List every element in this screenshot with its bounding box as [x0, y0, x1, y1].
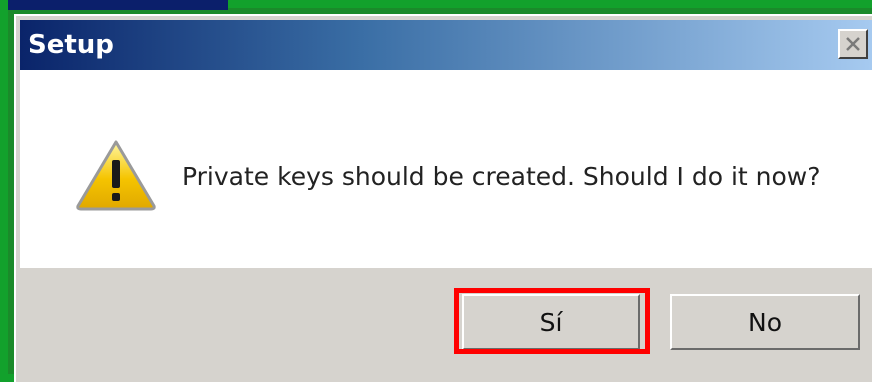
- close-button[interactable]: [838, 29, 868, 59]
- background-window-edge: [8, 0, 228, 10]
- setup-dialog: Setup Private keys should be created. Sh…: [14, 14, 872, 382]
- close-icon: [846, 37, 860, 51]
- yes-button[interactable]: Sí: [462, 294, 640, 350]
- message-area: Private keys should be created. Should I…: [20, 70, 872, 268]
- title-bar[interactable]: Setup: [20, 20, 872, 70]
- warning-icon: [76, 140, 156, 211]
- window-title: Setup: [28, 30, 114, 60]
- no-button[interactable]: No: [670, 294, 860, 350]
- message-text: Private keys should be created. Should I…: [182, 162, 821, 191]
